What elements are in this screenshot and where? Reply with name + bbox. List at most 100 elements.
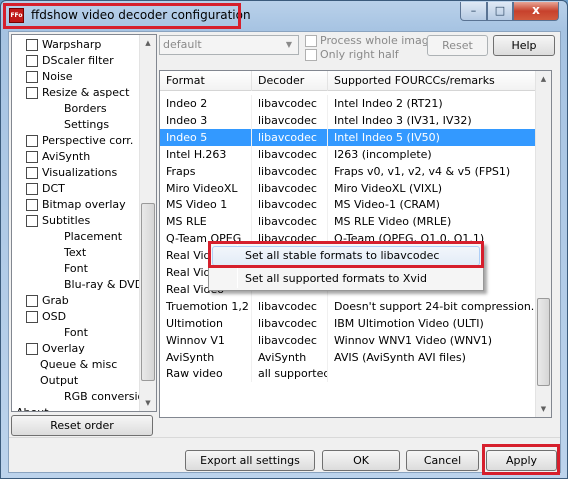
scroll-down-arrow-icon[interactable]: ▼ <box>140 395 156 411</box>
table-cell: AviSynth <box>160 348 252 366</box>
tree-checkbox[interactable] <box>26 135 38 147</box>
tree-item-label: Font <box>64 262 88 275</box>
table-row[interactable]: Fraps libavcodec Fraps v0, v1, v2, v4 & v5… <box>160 162 537 180</box>
menu-item-set-libavcodec[interactable]: Set all stable formats to libavcodec <box>212 246 480 266</box>
table-cell: libavcodec <box>252 179 328 197</box>
table-row[interactable]: Miro VideoXL libavcodec Miro VideoXL (VIXL… <box>160 179 537 197</box>
tree-item-label: Grab <box>42 294 69 307</box>
table-cell: Raw video <box>160 365 252 383</box>
table-cell: libavcodec <box>252 196 328 214</box>
checkbox-box <box>305 35 317 47</box>
reset-order-button[interactable]: Reset order <box>11 415 153 436</box>
table-row[interactable]: Indeo 2 libavcodec Intel Indeo 2 (RT21) <box>160 95 537 112</box>
table-cell: Intel Indeo 2 (RT21) <box>328 95 537 112</box>
tree-checkbox[interactable] <box>26 87 38 99</box>
table-cell: Miro VideoXL (VIXL) <box>328 179 537 197</box>
reset-button[interactable]: Reset <box>427 35 488 56</box>
table-row[interactable]: MS Video 1 libavcodec MS Video-1 (CRAM) <box>160 196 537 214</box>
table-row[interactable]: Ultimotion libavcodec IBM Ultimotion Video… <box>160 314 537 332</box>
list-scrollbar[interactable]: ▲ ▼ <box>535 71 551 417</box>
title-bar[interactable]: FFo ffdshow video decoder configuration … <box>1 1 567 31</box>
tree-item-label: Borders <box>64 102 107 115</box>
tree-checkbox[interactable] <box>26 151 38 163</box>
list-scroll-thumb[interactable] <box>537 298 550 386</box>
table-cell: Indeo 5 <box>160 128 252 146</box>
table-cell: libavcodec <box>252 162 328 180</box>
close-button[interactable]: x <box>513 2 559 21</box>
tree-item-label: Text <box>64 246 87 259</box>
tree-item-label: DCT <box>42 182 65 195</box>
tree-checkbox[interactable] <box>26 295 38 307</box>
tree-item-label: DScaler filter <box>42 54 114 67</box>
table-row[interactable]: Indeo 3 libavcodec Intel Indeo 3 (IV31, IV… <box>160 111 537 129</box>
settings-tree[interactable]: Warpsharp DScaler filter Noise Resize & asp… <box>11 34 157 412</box>
cancel-button[interactable]: Cancel <box>406 450 479 471</box>
tree-scrollbar[interactable]: ▲ ▼ <box>139 35 156 411</box>
table-cell: libavcodec <box>252 95 328 112</box>
tree-item-label: Settings <box>64 118 110 131</box>
tree-checkbox[interactable] <box>26 71 38 83</box>
column-header-decoder[interactable]: Decoder <box>252 71 328 91</box>
table-cell: libavcodec <box>252 331 328 349</box>
table-cell: AVIS (AviSynth AVI files) <box>328 348 537 366</box>
tree-item-label: About <box>16 405 49 411</box>
table-cell: Fraps <box>160 162 252 180</box>
table-row[interactable]: Indeo 5 libavcodec Intel Indeo 5 (IV50) <box>160 128 537 146</box>
only-right-half-label: Only right half <box>320 48 399 61</box>
tree-checkbox[interactable] <box>26 215 38 227</box>
table-row[interactable]: MS RLE libavcodec MS RLE Video (MRLE) <box>160 213 537 231</box>
table-cell: libavcodec <box>252 314 328 332</box>
tree-checkbox[interactable] <box>26 343 38 355</box>
tree-item-label: Resize & aspect <box>42 86 130 99</box>
tree-item-label: Overlay <box>42 342 85 355</box>
column-header-format[interactable]: Format <box>160 71 252 91</box>
app-window: FFo ffdshow video decoder configuration … <box>0 0 568 479</box>
table-cell: libavcodec <box>252 297 328 315</box>
maximize-button[interactable]: □ <box>487 2 513 21</box>
table-cell: libavcodec <box>252 128 328 146</box>
ffdshow-app-icon[interactable]: FFo <box>9 8 24 23</box>
help-button[interactable]: Help <box>493 35 555 56</box>
apply-button[interactable]: Apply <box>486 450 557 471</box>
tree-checkbox[interactable] <box>26 311 38 323</box>
scroll-up-arrow-icon[interactable]: ▲ <box>536 71 551 87</box>
tree-item-label: Font <box>64 326 88 339</box>
table-cell: MS RLE Video (MRLE) <box>328 213 537 231</box>
tree-item-label: Warpsharp <box>42 38 102 51</box>
tree-checkbox[interactable] <box>26 39 38 51</box>
minimize-button[interactable]: – <box>460 2 487 21</box>
chevron-down-icon[interactable]: ▼ <box>282 36 296 54</box>
table-cell: Truemotion 1,2 <box>160 297 252 315</box>
table-cell: all supported <box>252 365 328 383</box>
scroll-up-arrow-icon[interactable]: ▲ <box>140 35 156 51</box>
tree-checkbox[interactable] <box>26 167 38 179</box>
table-cell: libavcodec <box>252 213 328 231</box>
footer-divider <box>9 437 560 438</box>
table-cell: Fraps v0, v1, v2, v4 & v5 (FPS1) <box>328 162 537 180</box>
tree-item-label: Placement <box>64 230 123 243</box>
table-cell: Winnov V1 <box>160 331 252 349</box>
table-cell <box>328 365 537 383</box>
table-row[interactable]: Truemotion 1,2 libavcodec Doesn't support … <box>160 297 537 315</box>
checkbox-box <box>305 49 317 61</box>
export-all-settings-button[interactable]: Export all settings <box>185 450 315 471</box>
table-row[interactable]: AviSynth AviSynth AVIS (AviSynth AVI files… <box>160 348 537 366</box>
tree-item-label: Noise <box>42 70 73 83</box>
table-row[interactable]: Winnov V1 libavcodec Winnov WNV1 Video (WN… <box>160 331 537 349</box>
table-row[interactable]: Raw video all supported <box>160 365 537 383</box>
tree-scroll-thumb[interactable] <box>141 203 155 381</box>
table-cell: Intel Indeo 5 (IV50) <box>328 128 537 146</box>
column-header-remarks[interactable]: Supported FOURCCs/remarks <box>328 71 537 91</box>
tree-item-label: Subtitles <box>42 214 91 227</box>
tree-item-label: OSD <box>42 310 67 323</box>
scroll-down-arrow-icon[interactable]: ▼ <box>536 401 551 417</box>
tree-checkbox[interactable] <box>26 55 38 67</box>
ok-button[interactable]: OK <box>322 450 400 471</box>
preset-combobox[interactable]: default ▼ <box>159 35 299 55</box>
menu-item-set-xvid[interactable]: Set all supported formats to Xvid <box>212 269 480 289</box>
table-cell: Intel H.263 <box>160 145 252 163</box>
tree-checkbox[interactable] <box>26 199 38 211</box>
tree-checkbox[interactable] <box>26 183 38 195</box>
table-cell: I263 (incomplete) <box>328 145 537 163</box>
table-row[interactable]: Intel H.263 libavcodec I263 (incomplete) <box>160 145 537 163</box>
